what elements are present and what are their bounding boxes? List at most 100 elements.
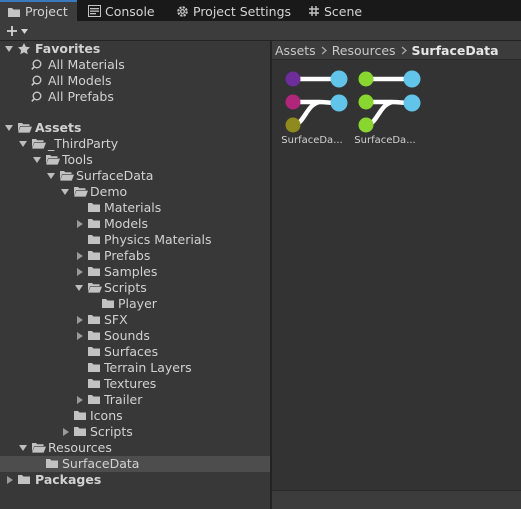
tree-item-prefabs[interactable]: Prefabs bbox=[0, 248, 270, 264]
folder-open-icon bbox=[74, 187, 88, 197]
favorite-search-all-models[interactable]: All Models bbox=[0, 73, 270, 89]
chevron-right-icon[interactable] bbox=[76, 268, 84, 276]
breadcrumb-item-surfacedata[interactable]: SurfaceData bbox=[412, 43, 499, 58]
tree-item-label: SFX bbox=[104, 312, 128, 327]
tree-item-tools[interactable]: Tools bbox=[0, 152, 270, 168]
tree-item-player[interactable]: Player bbox=[0, 296, 270, 312]
tree-item-label: Models bbox=[104, 216, 149, 231]
chevron-down-icon[interactable] bbox=[5, 124, 13, 132]
tree-item-label: Scripts bbox=[90, 424, 133, 439]
tree-item-label: _ThirdParty bbox=[48, 136, 119, 151]
tree-item-packages[interactable]: Packages bbox=[0, 472, 270, 488]
favorite-search-all-prefabs[interactable]: All Prefabs bbox=[0, 89, 270, 105]
surface-data-asset-icon bbox=[285, 70, 348, 133]
tree-item-label: Demo bbox=[90, 184, 128, 199]
tree-item-models[interactable]: Models bbox=[0, 216, 270, 232]
tree-item-samples[interactable]: Samples bbox=[0, 264, 270, 280]
breadcrumb-item-resources[interactable]: Resources bbox=[332, 43, 396, 58]
tree-item-assets[interactable]: Assets bbox=[0, 120, 270, 136]
asset-browser: Assets Resources SurfaceData SurfaceDa..… bbox=[272, 41, 521, 509]
folder-icon bbox=[88, 395, 100, 404]
tree-item-label: Resources bbox=[48, 440, 112, 455]
surface-data-asset-icon bbox=[358, 70, 421, 133]
chevron-down-icon[interactable] bbox=[33, 156, 41, 164]
plus-icon bbox=[7, 26, 17, 36]
tree-item-label: Materials bbox=[104, 200, 162, 215]
folder-icon bbox=[8, 7, 20, 17]
tree-item-demo[interactable]: Demo bbox=[0, 184, 270, 200]
chevron-down-icon[interactable] bbox=[61, 188, 69, 196]
tree-item-label: Scripts bbox=[104, 280, 147, 295]
chevron-right-icon[interactable] bbox=[6, 476, 14, 484]
search-icon bbox=[31, 75, 42, 86]
tree-item-trailer[interactable]: Trailer bbox=[0, 392, 270, 408]
tree-item-sfx[interactable]: SFX bbox=[0, 312, 270, 328]
tab-project-label: Project bbox=[25, 4, 68, 19]
chevron-right-icon[interactable] bbox=[76, 252, 84, 260]
chevron-down-icon[interactable] bbox=[5, 45, 13, 53]
tree-item-terrain-layers[interactable]: Terrain Layers bbox=[0, 360, 270, 376]
gear-icon bbox=[177, 5, 188, 17]
tree-item-label: Textures bbox=[104, 376, 157, 391]
chevron-right-icon[interactable] bbox=[76, 220, 84, 228]
tree-item-physics-materials[interactable]: Physics Materials bbox=[0, 232, 270, 248]
search-icon bbox=[31, 59, 42, 70]
asset-item[interactable]: SurfaceDa... bbox=[349, 66, 421, 156]
window-tab-bar: Project Console Project Settings Scene bbox=[0, 0, 521, 21]
tab-scene[interactable]: Scene bbox=[308, 1, 362, 21]
chevron-down-icon bbox=[21, 28, 28, 34]
tree-item-materials[interactable]: Materials bbox=[0, 200, 270, 216]
folder-icon bbox=[46, 459, 58, 468]
folder-icon bbox=[88, 235, 100, 244]
folder-open-icon bbox=[32, 139, 46, 149]
folder-open-icon bbox=[46, 155, 60, 165]
folder-icon bbox=[88, 347, 100, 356]
star-icon bbox=[18, 43, 30, 55]
folder-icon bbox=[102, 299, 114, 308]
tree-item-label: Prefabs bbox=[104, 248, 151, 263]
tab-console-label: Console bbox=[105, 3, 155, 19]
tree-item-label: Surfaces bbox=[104, 344, 159, 359]
tree-item-label: Samples bbox=[104, 264, 158, 279]
chevron-right-icon[interactable] bbox=[76, 316, 84, 324]
tree-item-sounds[interactable]: Sounds bbox=[0, 328, 270, 344]
tree-item-label: Icons bbox=[90, 408, 123, 423]
create-asset-button[interactable] bbox=[2, 22, 34, 40]
tree-item-scripts-demo[interactable]: Scripts bbox=[0, 280, 270, 296]
tree-item-resources[interactable]: Resources bbox=[0, 440, 270, 456]
tab-console[interactable]: Console bbox=[88, 1, 155, 21]
tree-item-favorites[interactable]: Favorites bbox=[0, 41, 270, 57]
tree-item-packages-label: Packages bbox=[35, 472, 102, 487]
project-folder-tree: Favorites All Materials All Models All P… bbox=[0, 41, 270, 509]
tree-item-surfacedata[interactable]: SurfaceData bbox=[0, 168, 270, 184]
favorite-label: All Materials bbox=[48, 57, 125, 72]
chevron-right-icon[interactable] bbox=[76, 396, 84, 404]
favorite-search-all-materials[interactable]: All Materials bbox=[0, 57, 270, 73]
chevron-right-icon[interactable] bbox=[76, 332, 84, 340]
tree-item-label: Physics Materials bbox=[104, 232, 212, 247]
chevron-down-icon[interactable] bbox=[47, 172, 55, 180]
chevron-down-icon[interactable] bbox=[19, 140, 27, 148]
folder-icon bbox=[88, 219, 100, 228]
tab-project-settings[interactable]: Project Settings bbox=[176, 1, 291, 21]
chevron-down-icon[interactable] bbox=[19, 444, 27, 452]
folder-icon bbox=[88, 379, 100, 388]
tree-item-favorites-label: Favorites bbox=[35, 41, 101, 56]
tab-project[interactable]: Project bbox=[0, 0, 77, 21]
tree-item-surfaces[interactable]: Surfaces bbox=[0, 344, 270, 360]
tab-project-settings-label: Project Settings bbox=[193, 3, 292, 19]
breadcrumb-item-assets[interactable]: Assets bbox=[275, 43, 316, 58]
tree-item-thirdparty[interactable]: _ThirdParty bbox=[0, 136, 270, 152]
asset-item[interactable]: SurfaceDa... bbox=[276, 66, 348, 156]
tree-item-scripts[interactable]: Scripts bbox=[0, 424, 270, 440]
folder-open-icon bbox=[88, 283, 102, 293]
tree-item-label: SurfaceData bbox=[76, 168, 154, 183]
tree-item-icons[interactable]: Icons bbox=[0, 408, 270, 424]
chevron-right-icon bbox=[321, 46, 327, 55]
chevron-right-icon[interactable] bbox=[62, 428, 70, 436]
console-icon bbox=[88, 5, 101, 17]
tree-item-textures[interactable]: Textures bbox=[0, 376, 270, 392]
chevron-down-icon[interactable] bbox=[75, 284, 83, 292]
folder-open-icon bbox=[18, 123, 32, 133]
tree-item-resources-surfacedata[interactable]: SurfaceData bbox=[0, 456, 270, 472]
